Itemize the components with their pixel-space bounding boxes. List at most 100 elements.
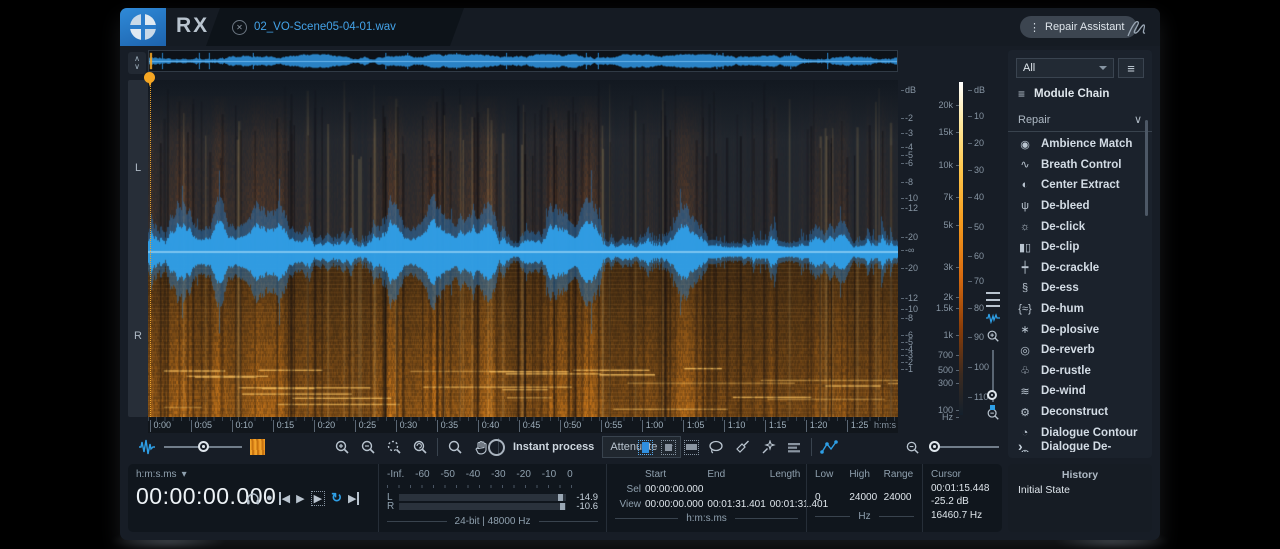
amplitude-ruler[interactable]: dB -2 -3 -4 -5 -6 -8 -10 -12 -20 -∞ (901, 80, 927, 417)
module-icon: ≋ (1018, 385, 1032, 398)
view-start-value[interactable]: 00:00:00.000 (645, 499, 703, 510)
history-item[interactable]: Initial State (1008, 481, 1152, 499)
module-list-item[interactable]: ┿ De-crackle (1008, 258, 1152, 279)
zoom-in-time-icon[interactable] (333, 438, 351, 456)
meter-scale-label: -60 (415, 469, 429, 480)
zoom-selection-icon[interactable] (385, 438, 403, 456)
module-label: Center Extract (1041, 179, 1120, 191)
panel-menu-button[interactable]: ≡ (1118, 58, 1144, 78)
blend-slider[interactable] (164, 446, 242, 448)
freq-low-value[interactable]: 0 (815, 492, 845, 503)
module-list-item[interactable]: ☼ De-click (1008, 216, 1152, 237)
module-list-item[interactable]: ⚙ Deconstruct (1008, 402, 1152, 423)
module-icon: ◔ (1018, 427, 1032, 439)
overview-waveform[interactable] (148, 50, 898, 72)
magic-wand-tool[interactable] (759, 438, 777, 456)
record-button[interactable]: ● (266, 492, 273, 504)
repair-section-header[interactable]: Repair ∨ (1008, 109, 1152, 132)
hzoom-out-icon[interactable] (903, 438, 921, 456)
signature-squiggle-icon[interactable] (1122, 16, 1152, 40)
lasso-selection-tool[interactable] (707, 438, 725, 456)
transport-section: h:m:s.ms ▾ 00:00:00.000 ● ◀ ▶ ▶ ↻ ▶ (128, 464, 378, 532)
magnifier-tool-icon[interactable] (446, 438, 464, 456)
signal-node-tool[interactable] (820, 438, 838, 456)
spectrogram-color-legend[interactable] (959, 82, 963, 415)
zoom-in-vertical-icon[interactable] (986, 329, 1000, 343)
monitor-headphones-button[interactable] (246, 492, 260, 505)
frequency-selection-tool[interactable] (684, 440, 699, 455)
module-list-item[interactable]: ♧ De-rustle (1008, 361, 1152, 382)
module-list-item[interactable]: ◎ De-reverb (1008, 340, 1152, 361)
module-list-item[interactable]: ◍ Dialogue De-reverb (1008, 443, 1152, 452)
module-list-item[interactable]: ◉ Ambience Match (1008, 134, 1152, 155)
frequency-ruler[interactable]: 20k 15k 10k 7k 5k 3k 2k 1.5k 1k 700 500 (925, 80, 953, 417)
selection-end-value[interactable] (707, 484, 765, 495)
hzoom-slider[interactable] (929, 446, 999, 448)
freq-tick: 500 (925, 365, 955, 375)
waveform-settings-icon[interactable] (985, 312, 1001, 324)
legend-tick: 60 (968, 251, 1000, 261)
play-selection-button[interactable]: ▶ (311, 491, 325, 506)
module-chain-item[interactable]: ≡ Module Chain (1008, 78, 1152, 109)
amplitude-bars-tool[interactable] (785, 438, 803, 456)
go-to-end-button[interactable]: ▶ (348, 492, 359, 505)
level-meter-bar (399, 494, 566, 501)
file-tab[interactable]: ✕ 02_VO-Scene05-04-01.wav (206, 8, 464, 46)
repair-assistant-label: Repair Assistant (1045, 21, 1124, 33)
repair-assistant-icon: ⋮ (1029, 21, 1039, 34)
editor-toolbar: Instant process Attenuate (128, 432, 1152, 462)
freq-tick: 5k (925, 220, 955, 230)
hzoom-slider-thumb[interactable] (929, 441, 940, 452)
chevron-down-icon: ∨ (134, 63, 140, 71)
panel-expand-chevron[interactable]: › (1018, 438, 1023, 454)
spectrogram-canvas[interactable] (148, 80, 898, 417)
selection-start-value[interactable]: 00:00:00.000 (645, 484, 703, 495)
instant-process-radio[interactable] (488, 439, 505, 456)
module-list-item[interactable]: ∗ De-plosive (1008, 319, 1152, 340)
module-list-item[interactable]: § De-ess (1008, 278, 1152, 299)
module-filter-select[interactable]: All (1016, 58, 1114, 78)
time-format-selector[interactable]: h:m:s.ms ▾ (136, 469, 370, 480)
module-list-item[interactable]: ◔ Dialogue Contour (1008, 422, 1152, 443)
panel-scrollbar[interactable] (1145, 120, 1148, 216)
view-end-value[interactable]: 00:01:31.401 (707, 499, 765, 510)
go-to-start-button[interactable]: ◀ (279, 492, 290, 505)
blend-slider-thumb[interactable] (198, 441, 209, 452)
zoom-out-time-icon[interactable] (359, 438, 377, 456)
time-tick: 1:15 (765, 420, 787, 432)
loop-button[interactable]: ↻ (331, 490, 342, 506)
freq-header-range: Range (884, 469, 914, 480)
freq-header-high: High (849, 469, 879, 480)
time-frequency-selection-tool[interactable] (661, 440, 676, 455)
time-tick: 0:35 (437, 420, 459, 432)
spectrogram-blend-icon[interactable] (250, 439, 265, 455)
vertical-zoom-mark (990, 405, 995, 410)
module-list-item[interactable]: ∿ Breath Control (1008, 155, 1152, 176)
playhead-marker[interactable] (144, 72, 155, 83)
time-selection-tool[interactable] (638, 440, 653, 455)
legend-tick: 10 (968, 111, 1000, 121)
channel-view-toggle[interactable]: ∧ ∨ (128, 52, 146, 74)
vertical-zoom-thumb[interactable] (987, 390, 997, 400)
module-list-item[interactable]: ◐ Center Extract (1008, 175, 1152, 196)
module-label: De-click (1041, 221, 1085, 233)
waveform-blend-icon[interactable] (138, 439, 156, 455)
spectrogram-settings-icon[interactable] (986, 292, 1000, 307)
channel-label-left: L (128, 162, 148, 174)
brush-selection-tool[interactable] (733, 438, 751, 456)
time-ruler[interactable]: 0:00 0:05 0:10 0:15 0:20 0:25 0:30 0:35 … (148, 417, 898, 433)
section-chevron-icon: ∨ (1134, 113, 1142, 126)
freq-range-value[interactable]: 24000 (884, 492, 914, 503)
freq-high-value[interactable]: 24000 (849, 492, 879, 503)
module-list-item[interactable]: {≈} De-hum (1008, 299, 1152, 320)
module-list-item[interactable]: ≋ De-wind (1008, 381, 1152, 402)
play-button[interactable]: ▶ (296, 492, 304, 505)
module-list-item[interactable]: ▮▯ De-clip (1008, 237, 1152, 258)
tab-close-icon[interactable]: ✕ (232, 20, 247, 35)
zoom-reset-icon[interactable] (411, 438, 429, 456)
module-icon: ◉ (1018, 138, 1032, 151)
module-label: De-reverb (1041, 344, 1095, 356)
vertical-zoom-slider[interactable] (992, 350, 994, 402)
repair-assistant-button[interactable]: ⋮ Repair Assistant (1020, 16, 1137, 38)
module-list-item[interactable]: ψ De-bleed (1008, 196, 1152, 217)
